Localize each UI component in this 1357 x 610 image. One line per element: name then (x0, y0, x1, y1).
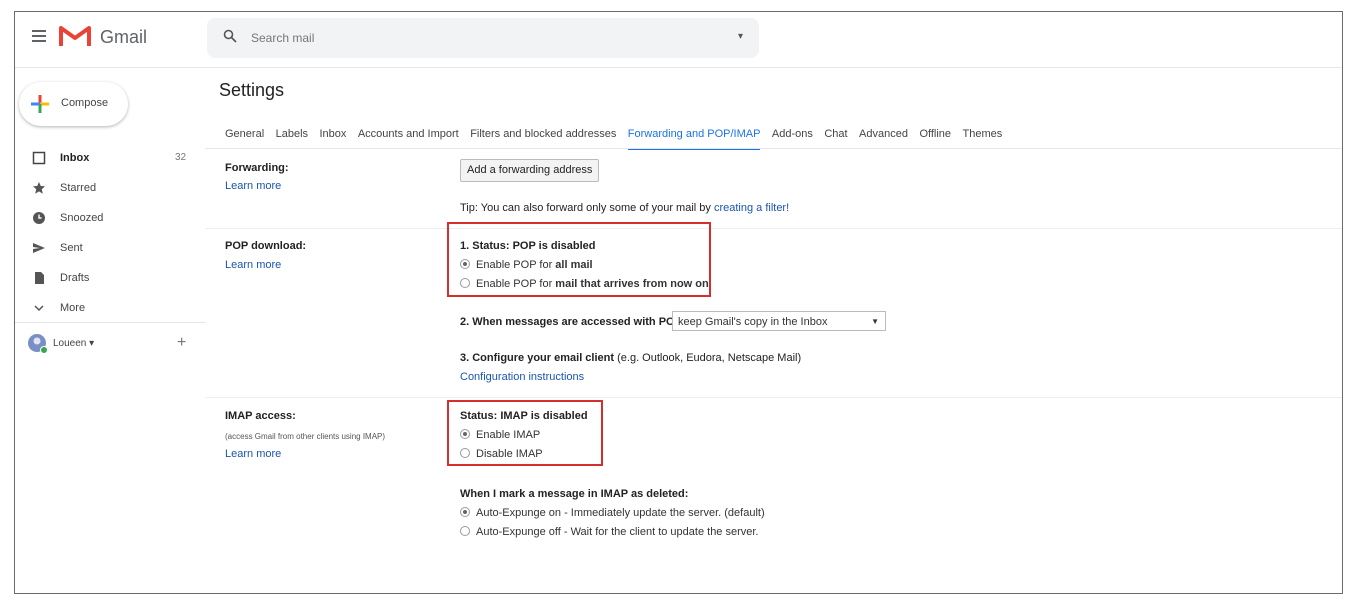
avatar[interactable] (27, 333, 49, 360)
option-text: Enable POP for (476, 259, 553, 271)
gmail-window: Gmail Search mail ▾ Compose Inbox 32 Sta (14, 11, 1343, 594)
step-3-rest: (e.g. Outlook, Eudora, Netscape Mail) (617, 352, 802, 364)
tab-advanced[interactable]: Advanced (859, 128, 908, 148)
sidebar-item-label: More (60, 302, 86, 314)
tab-themes[interactable]: Themes (962, 128, 1002, 148)
compose-label: Compose (61, 97, 109, 109)
compose-button[interactable]: Compose (19, 82, 128, 126)
chevron-down-icon (32, 301, 46, 315)
tab-add-ons[interactable]: Add-ons (772, 128, 813, 148)
sidebar-nav: Inbox 32 Starred Snoozed Sent Drafts Mor… (15, 144, 205, 324)
unread-count: 32 (175, 152, 187, 163)
sidebar-item-label: Starred (60, 182, 97, 194)
imap-disable-option[interactable]: Disable IMAP (460, 448, 543, 460)
auto-expunge-off-radio[interactable] (460, 526, 470, 536)
gmail-logo-icon[interactable] (59, 24, 91, 53)
pop-action-select[interactable]: keep Gmail's copy in the Inbox ▼ (672, 311, 886, 331)
sidebar-item-inbox[interactable]: Inbox 32 (15, 144, 205, 174)
forwarding-label: Forwarding: (225, 162, 289, 174)
search-icon[interactable] (223, 29, 237, 48)
pop-step-2: 2. When messages are accessed with POP (460, 316, 682, 328)
sidebar-item-sent[interactable]: Sent (15, 234, 205, 264)
pop-enable-new-option[interactable]: Enable POP for mail that arrives from no… (460, 278, 709, 290)
section-divider (205, 397, 1342, 398)
option-text: Enable IMAP (476, 429, 541, 441)
select-value: keep Gmail's copy in the Inbox (678, 316, 828, 328)
page-title: Settings (219, 80, 285, 100)
sidebar-item-label: Drafts (60, 272, 90, 284)
sidebar-item-label: Inbox (60, 152, 90, 164)
search-bar[interactable]: Search mail ▾ (207, 18, 759, 58)
user-name-text: Loueen (53, 338, 87, 349)
send-icon (32, 241, 46, 255)
tab-accounts-and-import[interactable]: Accounts and Import (358, 128, 459, 148)
draft-icon (32, 271, 46, 285)
option-text: Auto-Expunge off - Wait for the client t… (476, 526, 759, 538)
imap-sub-label: (access Gmail from other clients using I… (225, 432, 386, 441)
auto-expunge-on-radio[interactable] (460, 507, 470, 517)
option-text: Enable POP for (476, 278, 553, 290)
section-divider (205, 228, 1342, 229)
settings-tabs: General Labels Inbox Accounts and Import… (225, 124, 1009, 150)
plus-icon (31, 95, 49, 118)
header-divider (15, 67, 1342, 68)
imap-enable-radio[interactable] (460, 429, 470, 439)
pop-new-mail-radio[interactable] (460, 278, 470, 288)
option-bold-text: all mail (555, 259, 593, 271)
forwarding-tip: Tip: You can also forward only some of y… (460, 202, 789, 214)
tab-labels[interactable]: Labels (276, 128, 308, 148)
pop-status: 1. Status: POP is disabled (460, 240, 596, 252)
tabs-divider (205, 148, 1342, 149)
tab-forwarding-pop-imap[interactable]: Forwarding and POP/IMAP (627, 128, 761, 150)
sidebar-item-more[interactable]: More (15, 294, 205, 324)
star-icon (32, 181, 46, 195)
step-3-bold: 3. Configure your email client (460, 352, 615, 364)
brand-name: Gmail (100, 27, 148, 47)
pop-enable-all-option[interactable]: Enable POP for all mail (460, 259, 593, 271)
imap-deleted-heading: When I mark a message in IMAP as deleted… (460, 488, 689, 500)
inbox-icon (32, 151, 46, 165)
menu-icon[interactable] (32, 30, 46, 45)
imap-disable-radio[interactable] (460, 448, 470, 458)
sidebar-item-drafts[interactable]: Drafts (15, 264, 205, 294)
tab-chat[interactable]: Chat (824, 128, 847, 148)
hangouts-user[interactable]: Loueen ▾ + (27, 331, 197, 359)
search-input[interactable]: Search mail (251, 31, 314, 45)
sidebar-divider (15, 322, 205, 323)
dropdown-caret-icon: ▼ (871, 317, 879, 326)
auto-expunge-off-option[interactable]: Auto-Expunge off - Wait for the client t… (460, 526, 759, 538)
forwarding-tip-text: Tip: You can also forward only some of y… (460, 202, 711, 214)
forwarding-learn-more-link[interactable]: Learn more (225, 180, 281, 192)
imap-status: Status: IMAP is disabled (460, 410, 588, 422)
configuration-instructions-link[interactable]: Configuration instructions (460, 371, 584, 383)
pop-learn-more-link[interactable]: Learn more (225, 259, 281, 271)
user-name[interactable]: Loueen ▾ (53, 338, 94, 349)
sidebar-item-snoozed[interactable]: Snoozed (15, 204, 205, 234)
option-text: Auto-Expunge on - Immediately update the… (476, 507, 765, 519)
option-text: Disable IMAP (476, 448, 543, 460)
creating-filter-link[interactable]: creating a filter! (714, 202, 789, 214)
sidebar-item-starred[interactable]: Starred (15, 174, 205, 204)
tab-inbox[interactable]: Inbox (319, 128, 346, 148)
imap-learn-more-link[interactable]: Learn more (225, 448, 281, 460)
add-contact-icon[interactable]: + (177, 334, 186, 352)
sidebar-item-label: Snoozed (60, 212, 104, 224)
imap-access-label: IMAP access: (225, 410, 296, 422)
add-forwarding-address-button[interactable]: Add a forwarding address (460, 159, 600, 182)
tab-filters[interactable]: Filters and blocked addresses (470, 128, 616, 148)
auto-expunge-on-option[interactable]: Auto-Expunge on - Immediately update the… (460, 507, 765, 519)
pop-all-mail-radio[interactable] (460, 259, 470, 269)
search-options-icon[interactable]: ▾ (738, 31, 743, 42)
option-bold-text: mail that arrives from now on (555, 278, 709, 290)
imap-enable-option[interactable]: Enable IMAP (460, 429, 540, 441)
sidebar-item-label: Sent (60, 242, 83, 254)
pop-download-label: POP download: (225, 240, 307, 252)
tab-general[interactable]: General (225, 128, 264, 148)
clock-icon (32, 211, 46, 225)
tab-offline[interactable]: Offline (919, 128, 951, 148)
pop-step-3: 3. Configure your email client (e.g. Out… (460, 352, 801, 364)
